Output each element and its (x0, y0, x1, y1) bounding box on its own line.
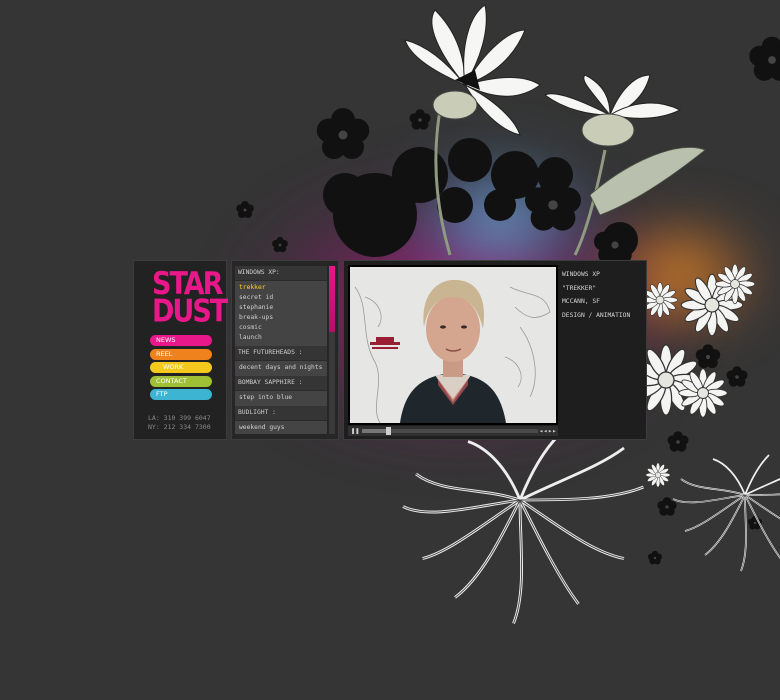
logo-line-2: DUST (152, 294, 228, 330)
project-info: WINDOWS XP "TREKKER" MCCANN, SF DESIGN /… (562, 271, 646, 325)
playlist-scroll-thumb[interactable] (329, 266, 335, 332)
playlist-group-title: BUDLIGHT : (235, 406, 327, 421)
video-progress-bar[interactable] (362, 427, 538, 435)
playlist-list: WINDOWS XP: trekker secret id stephanie brea… (235, 266, 327, 434)
playlist-item[interactable]: cosmic (235, 323, 327, 333)
video-controls: ❚❚ ◂◂ ▸▸ (348, 426, 558, 436)
playlist-item[interactable]: stephanie (235, 303, 327, 313)
nav-work-button[interactable]: WORK (150, 362, 212, 373)
playlist-group-title: BOMBAY SAPPHIRE : (235, 376, 327, 391)
pause-button[interactable]: ❚❚ (351, 427, 359, 435)
playlist-item[interactable]: decent days and nights (235, 363, 327, 373)
main-nav: NEWS REEL WORK CONTACT FTP (150, 335, 212, 403)
playlist-item[interactable]: trekker (235, 283, 327, 293)
playlist-scrollbar[interactable] (329, 266, 335, 434)
playlist-group-title: WINDOWS XP: (235, 266, 327, 281)
info-role: DESIGN / ANIMATION (562, 311, 631, 319)
contact-phones: LA: 310 399 6047 NY: 212 334 7300 (148, 414, 211, 432)
logo-panel: STAR DUST NEWS REEL WORK CONTACT FTP LA:… (133, 260, 228, 440)
video-frame (348, 265, 558, 425)
playlist-item[interactable]: break-ups (235, 313, 327, 323)
playlist-item[interactable]: launch (235, 333, 327, 343)
nav-news-button[interactable]: NEWS (150, 335, 212, 346)
info-agency: MCCANN, SF (562, 298, 600, 305)
playlist-panel: WINDOWS XP: trekker secret id stephanie brea… (231, 260, 339, 440)
playlist-group-title: THE FUTUREHEADS : (235, 346, 327, 361)
phone-ny: NY: 212 334 7300 (148, 423, 211, 431)
info-title: "TREKKER" (562, 284, 597, 292)
stardust-logo[interactable]: STAR DUST (152, 269, 228, 330)
video-still (350, 267, 556, 423)
video-player[interactable] (350, 267, 556, 423)
nav-reel-button[interactable]: REEL (150, 348, 212, 360)
playlist-item[interactable]: secret id (235, 293, 327, 303)
forward-button[interactable]: ▸▸ (548, 427, 556, 435)
playlist-group-items: trekker secret id stephanie break-ups cosmic… (235, 281, 327, 346)
playlist-item[interactable]: step into blue (235, 393, 327, 403)
playlist-group-items: decent days and nights (235, 361, 327, 376)
info-client: WINDOWS XP (562, 271, 600, 278)
playlist-group-items: weekend guysweekend girls (235, 421, 327, 434)
phone-la: LA: 310 399 6047 (148, 414, 211, 422)
rewind-button[interactable]: ◂◂ (539, 427, 547, 435)
video-progress-fill (362, 429, 389, 433)
playlist-item[interactable]: weekend girls (235, 433, 327, 434)
playlist-group-items: step into blue (235, 391, 327, 406)
video-panel: ❚❚ ◂◂ ▸▸ WINDOWS XP "TREKKER" MCCANN, SF… (343, 260, 647, 440)
video-progress-handle[interactable] (386, 427, 392, 435)
nav-ftp-button[interactable]: FTP (150, 389, 212, 400)
nav-contact-button[interactable]: CONTACT (150, 375, 212, 387)
playlist-item[interactable]: weekend guys (235, 423, 327, 433)
